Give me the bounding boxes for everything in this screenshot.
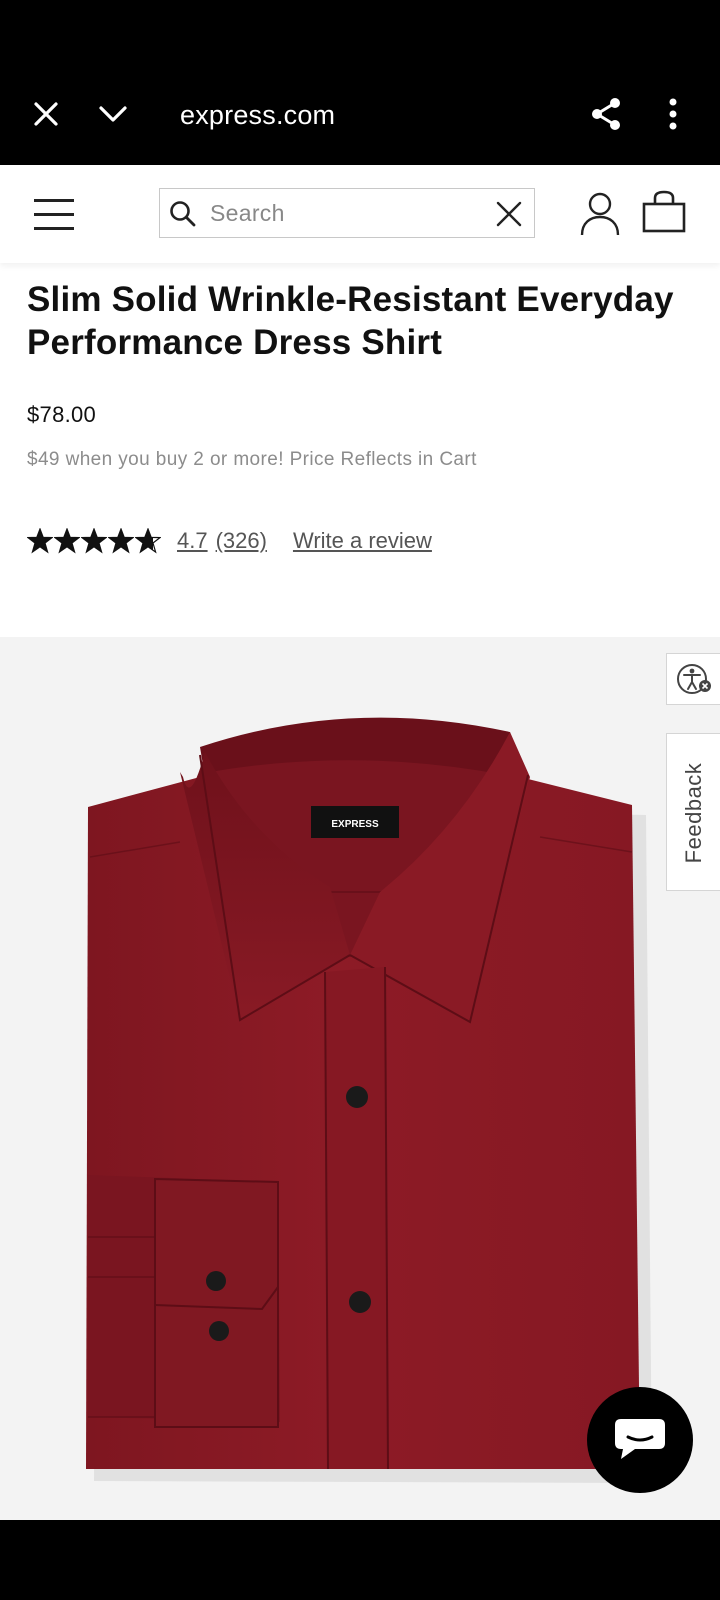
chat-bubble-icon	[615, 1419, 665, 1459]
clear-icon[interactable]	[492, 197, 526, 231]
write-review-link[interactable]: Write a review	[293, 528, 432, 554]
search-icon	[170, 201, 196, 227]
more-vertical-icon[interactable]	[649, 90, 697, 138]
star-icon	[27, 528, 53, 554]
close-icon[interactable]	[22, 90, 70, 138]
star-icon	[135, 528, 161, 554]
account-icon[interactable]	[578, 190, 622, 238]
search-box	[159, 188, 535, 238]
rating-stars	[27, 528, 161, 554]
review-count-link[interactable]: (326)	[216, 528, 267, 554]
rating-value-link[interactable]: 4.7	[177, 528, 208, 554]
search-input[interactable]	[210, 197, 480, 229]
rating-row: 4.7 (326) Write a review	[27, 525, 432, 557]
star-icon	[54, 528, 80, 554]
product-price: $78.00	[27, 402, 97, 427]
product-page: Slim Solid Wrinkle-Resistant Everyday Pe…	[0, 263, 720, 1520]
chevron-down-icon[interactable]	[89, 90, 137, 138]
product-image[interactable]: EXPRESS	[0, 637, 720, 1520]
browser-toolbar: express.com	[0, 70, 720, 165]
star-icon	[108, 528, 134, 554]
accessibility-icon[interactable]	[666, 653, 720, 705]
promo-text: $49 when you buy 2 or more! Price Reflec…	[27, 449, 477, 470]
product-title: Slim Solid Wrinkle-Resistant Everyday Pe…	[27, 280, 674, 362]
chat-button[interactable]	[587, 1387, 693, 1493]
menu-icon[interactable]	[34, 197, 76, 231]
status-bar	[0, 0, 720, 70]
shopping-bag-icon[interactable]	[640, 189, 688, 237]
url-bar[interactable]: express.com	[180, 100, 335, 131]
feedback-tab[interactable]: Feedback	[666, 733, 720, 891]
brand-label-text: EXPRESS	[331, 819, 379, 830]
site-header	[0, 165, 720, 263]
system-nav-bar	[0, 1520, 720, 1600]
feedback-label: Feedback	[681, 762, 706, 864]
star-icon	[81, 528, 107, 554]
share-icon[interactable]	[582, 90, 630, 138]
